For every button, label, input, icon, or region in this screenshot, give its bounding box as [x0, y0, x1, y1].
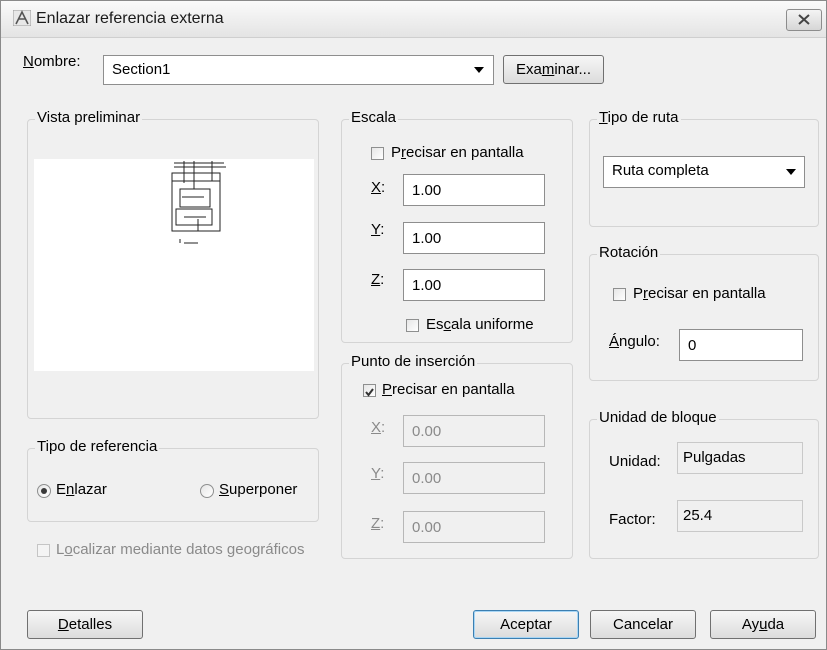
scale-specify-checkbox[interactable] [371, 147, 384, 160]
reference-type-legend: Tipo de referencia [35, 438, 160, 455]
insertion-specify-label: Precisar en pantalla [382, 381, 515, 398]
angle-label: Ángulo: [609, 333, 660, 350]
details-button[interactable]: Detalles [27, 610, 143, 639]
uniform-scale-label: Escala uniforme [426, 316, 534, 333]
preview-legend: Vista preliminar [35, 109, 143, 126]
scale-specify-label: Precisar en pantalla [391, 144, 524, 161]
insertion-x-label: X: [371, 419, 386, 436]
name-value: Section1 [112, 61, 171, 78]
name-combobox[interactable]: Section1 [103, 55, 494, 85]
autocad-icon [13, 10, 31, 26]
geo-locate-label: Localizar mediante datos geográficos [56, 541, 305, 558]
close-icon [798, 14, 810, 25]
name-label: Nombre: [23, 53, 81, 70]
help-button[interactable]: Ayuda [710, 610, 816, 639]
uniform-scale-checkbox[interactable] [406, 319, 419, 332]
path-type-value: Ruta completa [612, 162, 709, 179]
chevron-down-icon [786, 169, 796, 175]
scale-legend: Escala [349, 109, 399, 126]
rotation-specify-label: Precisar en pantalla [633, 285, 766, 302]
ok-button[interactable]: Aceptar [473, 610, 579, 639]
rotation-legend: Rotación [597, 244, 661, 261]
scale-x-input[interactable]: 1.00 [403, 174, 545, 206]
attach-radio[interactable] [37, 484, 51, 498]
insertion-legend: Punto de inserción [349, 353, 478, 370]
overlay-radio[interactable] [200, 484, 214, 498]
scale-y-input[interactable]: 1.00 [403, 222, 545, 254]
unit-value-box: Pulgadas [677, 442, 803, 474]
factor-label: Factor: [609, 511, 656, 528]
insertion-y-input[interactable]: 0.00 [403, 462, 545, 494]
checkmark-icon [365, 388, 374, 397]
scale-z-label: Z: [371, 271, 385, 288]
drawing-thumbnail [171, 161, 226, 244]
browse-button[interactable]: Examinar... [503, 55, 604, 84]
rotation-group [589, 254, 819, 381]
scale-y-label: Y: [371, 221, 385, 238]
factor-value-box: 25.4 [677, 500, 803, 532]
insertion-z-input[interactable]: 0.00 [403, 511, 545, 543]
title-bar[interactable]: Enlazar referencia externa [1, 1, 826, 38]
window-title: Enlazar referencia externa [36, 10, 224, 27]
overlay-label: Superponer [219, 481, 298, 498]
dialog-window: Enlazar referencia externa Nombre: Secti… [0, 0, 827, 650]
path-type-combobox[interactable]: Ruta completa [603, 156, 805, 188]
attach-label: Enlazar [56, 481, 107, 498]
scale-z-input[interactable]: 1.00 [403, 269, 545, 301]
close-button[interactable] [786, 9, 822, 31]
insertion-specify-checkbox[interactable] [363, 384, 376, 397]
cancel-button[interactable]: Cancelar [590, 610, 696, 639]
unit-label: Unidad: [609, 453, 661, 470]
preview-image [34, 159, 314, 371]
insertion-x-input[interactable]: 0.00 [403, 415, 545, 447]
angle-input[interactable]: 0 [679, 329, 803, 361]
chevron-down-icon [474, 67, 484, 73]
block-unit-legend: Unidad de bloque [597, 409, 719, 426]
insertion-z-label: Z: [371, 515, 385, 532]
path-type-legend: Tipo de ruta [597, 109, 681, 126]
rotation-specify-checkbox[interactable] [613, 288, 626, 301]
scale-x-label: X: [371, 179, 386, 196]
geo-locate-checkbox[interactable] [37, 544, 50, 557]
insertion-y-label: Y: [371, 465, 385, 482]
block-unit-group [589, 419, 819, 559]
